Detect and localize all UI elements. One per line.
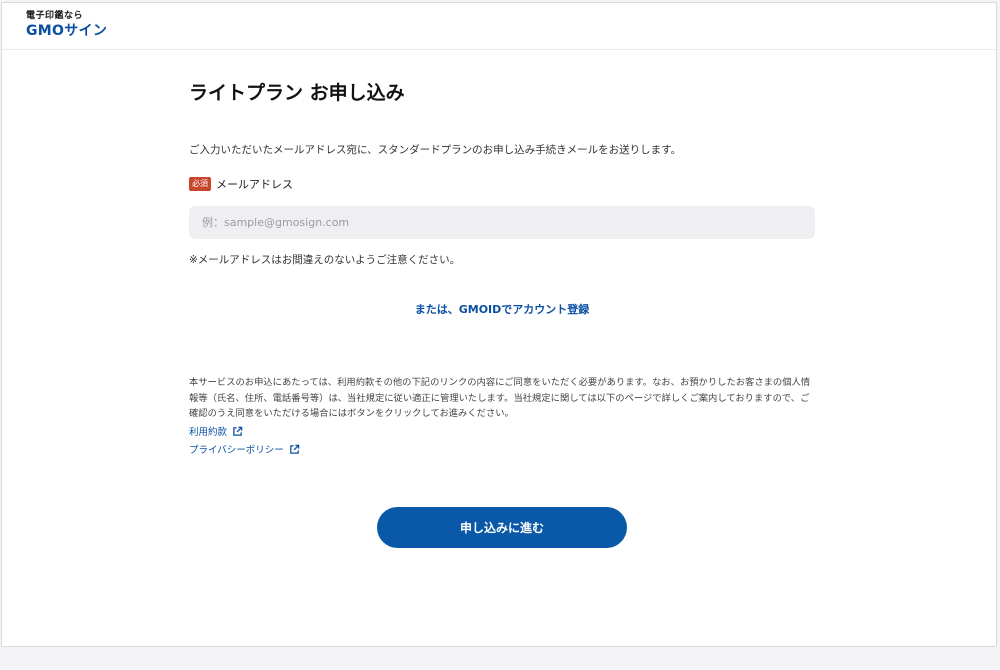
external-link-icon[interactable]	[289, 444, 300, 455]
gmo-sign-logo[interactable]: 電子印鑑なら GMOサイン	[26, 11, 108, 39]
header: 電子印鑑なら GMOサイン	[2, 3, 996, 50]
privacy-policy-link[interactable]: プライバシーポリシー	[189, 442, 284, 456]
page-frame: 電子印鑑なら GMOサイン ライトプラン お申し込み ご入力いただいたメールアド…	[1, 2, 997, 647]
external-link-icon[interactable]	[232, 426, 243, 437]
gmoid-register-link[interactable]: または、GMOIDでアカウント登録	[415, 303, 590, 316]
logo-brand: GMOサイン	[26, 23, 108, 39]
proceed-to-signup-button[interactable]: 申し込みに進む	[377, 506, 627, 548]
submit-row: 申し込みに進む	[189, 506, 815, 548]
logo-tagline: 電子印鑑なら	[26, 11, 84, 21]
email-notice: ※メールアドレスはお間違えのないようご注意ください。	[189, 254, 461, 266]
email-input[interactable]	[189, 206, 815, 239]
email-label: メールアドレス	[216, 178, 293, 191]
privacy-link-row: プライバシーポリシー	[189, 441, 815, 458]
terms-of-use-link[interactable]: 利用約款	[189, 424, 227, 438]
required-badge: 必須	[189, 177, 211, 191]
terms-text: 本サービスのお申込にあたっては、利用約款その他の下記のリンクの内容にご同意をいた…	[189, 377, 811, 419]
page-title: ライトプラン お申し込み	[189, 82, 405, 104]
gmoid-link-row: または、GMOIDでアカウント登録	[189, 298, 815, 316]
signup-form: ライトプラン お申し込み ご入力いただいたメールアドレス宛に、スタンダードプラン…	[189, 79, 815, 548]
intro-text: ご入力いただいたメールアドレス宛に、スタンダードプランのお申し込み手続きメールを…	[189, 144, 682, 156]
email-label-row: 必須 メールアドレス	[189, 176, 815, 192]
terms-link-row: 利用約款	[189, 423, 815, 440]
